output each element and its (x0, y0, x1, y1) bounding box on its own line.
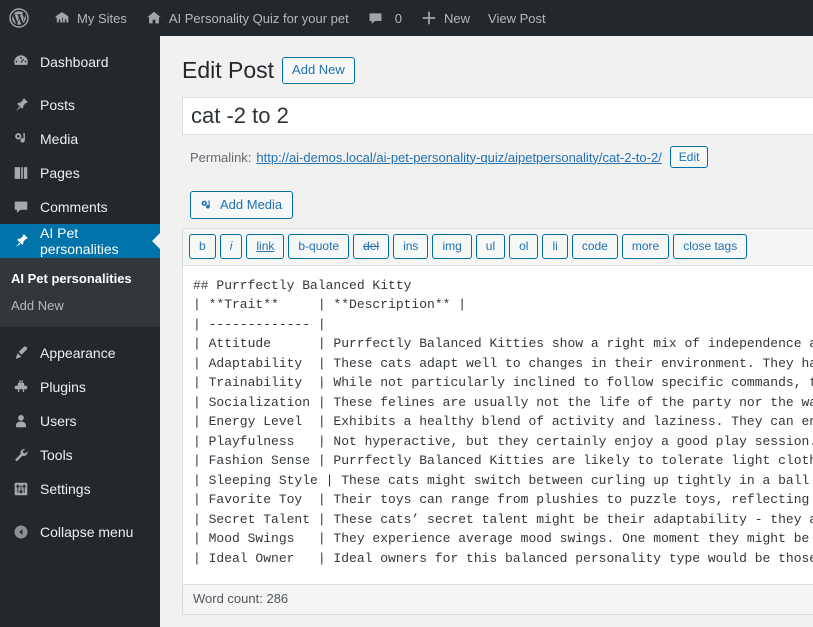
submenu-item-add-new[interactable]: Add New (0, 292, 160, 319)
appearance-brush-icon (11, 343, 31, 363)
quicktag-close-tags-button[interactable]: close tags (673, 234, 748, 259)
plugins-icon (11, 377, 31, 397)
post-editor: b i link b-quote del ins img ul ol li co… (182, 228, 813, 615)
sidebar-item-settings[interactable]: Settings (0, 472, 160, 506)
menu-spacer-2 (0, 327, 160, 336)
sidebar-item-appearance[interactable]: Appearance (0, 336, 160, 370)
edit-post-wrap: Edit Post Add New Permalink: http://ai-d… (160, 36, 813, 615)
add-media-label: Add Media (220, 197, 283, 212)
sidebar-item-plugins-label: Plugins (40, 379, 86, 395)
post-title-wrap (182, 97, 813, 135)
sidebar-collapse-menu-button[interactable]: Collapse menu (0, 515, 160, 549)
sidebar-collapse-menu-label: Collapse menu (40, 524, 134, 540)
admin-bar-new-label: New (444, 10, 471, 26)
page-title: Edit Post (182, 57, 275, 83)
add-new-post-button[interactable]: Add New (282, 57, 355, 84)
comment-bubble-icon (367, 10, 384, 27)
comments-icon (11, 197, 31, 217)
sidebar-item-pages[interactable]: Pages (0, 156, 160, 190)
quicktag-img-button[interactable]: img (432, 234, 472, 259)
wordpress-logo-icon (9, 8, 29, 28)
admin-bar-comments[interactable]: 0 (358, 0, 411, 36)
sidebar-item-users[interactable]: Users (0, 404, 160, 438)
sidebar-item-settings-label: Settings (40, 481, 91, 497)
admin-bar-view-post-label: View Post (488, 10, 546, 26)
sidebar-item-comments[interactable]: Comments (0, 190, 160, 224)
pages-icon (11, 163, 31, 183)
add-media-button[interactable]: Add Media (190, 191, 294, 220)
post-content-textarea[interactable]: ## Purrfectly Balanced Kitty | **Trait**… (183, 265, 813, 584)
sidebar-item-dashboard[interactable]: Dashboard (0, 45, 160, 79)
admin-bar-comment-count: 0 (394, 10, 402, 26)
admin-bar-new-content[interactable]: New (411, 0, 479, 36)
dashboard-icon (11, 52, 31, 72)
admin-bar-site-name[interactable]: AI Personality Quiz for your pet (136, 0, 358, 36)
menu-spacer-top (0, 36, 160, 45)
editor-status-bar: Word count: 286 (183, 583, 813, 614)
sidebar-item-dashboard-label: Dashboard (40, 54, 109, 70)
sidebar-item-pages-label: Pages (40, 165, 80, 181)
quicktag-link-button[interactable]: link (246, 234, 285, 259)
sidebar-item-users-label: Users (40, 413, 77, 429)
media-icon (11, 129, 31, 149)
quicktag-del-button[interactable]: del (353, 234, 390, 259)
submenu-item-ai-pet-personalities[interactable]: AI Pet personalities (0, 265, 160, 292)
my-sites-icon (53, 9, 71, 27)
posts-pin-icon (11, 95, 31, 115)
admin-bar-my-sites[interactable]: My Sites (44, 0, 136, 36)
site-home-icon (145, 9, 163, 27)
add-media-icon (199, 198, 214, 213)
menu-spacer-1 (0, 79, 160, 88)
sidebar-item-comments-label: Comments (40, 199, 108, 215)
sidebar-item-posts-label: Posts (40, 97, 76, 113)
page-header: Edit Post Add New (182, 56, 813, 85)
admin-bar-view-post[interactable]: View Post (479, 0, 555, 36)
quicktag-code-button[interactable]: code (571, 234, 618, 259)
sidebar-item-tools-label: Tools (40, 447, 73, 463)
permalink-row: Permalink: http://ai-demos.local/ai-pet-… (190, 145, 813, 169)
admin-bar-my-sites-label: My Sites (77, 10, 127, 26)
plus-icon (420, 9, 438, 27)
sidebar-item-ai-pet-personalities[interactable]: AI Pet personalities (0, 224, 160, 258)
edit-permalink-button[interactable]: Edit (669, 145, 709, 169)
sidebar-item-media[interactable]: Media (0, 122, 160, 156)
wordpress-logo-menu[interactable] (0, 0, 44, 36)
collapse-arrow-icon (11, 522, 31, 542)
sidebar-item-appearance-label: Appearance (40, 345, 116, 361)
quicktags-toolbar: b i link b-quote del ins img ul ol li co… (183, 229, 813, 266)
menu-spacer-3 (0, 506, 160, 515)
admin-sidebar-menu: Dashboard Posts Media Pages Comments AI … (0, 36, 160, 627)
settings-sliders-icon (11, 479, 31, 499)
post-title-input[interactable] (182, 97, 813, 135)
quicktag-ins-button[interactable]: ins (393, 234, 429, 259)
users-icon (11, 411, 31, 431)
permalink-url-link[interactable]: http://ai-demos.local/ai-pet-personality… (256, 150, 661, 165)
sidebar-item-posts[interactable]: Posts (0, 88, 160, 122)
sidebar-item-plugins[interactable]: Plugins (0, 370, 160, 404)
quicktag-b-quote-button[interactable]: b-quote (288, 234, 350, 259)
quicktag-li-button[interactable]: li (542, 234, 568, 259)
admin-bar-site-name-label: AI Personality Quiz for your pet (168, 10, 349, 26)
tools-wrench-icon (11, 445, 31, 465)
word-count-label: Word count: 286 (193, 590, 289, 606)
quicktag-ol-button[interactable]: ol (509, 234, 539, 259)
main-content-area: Edit Post Add New Permalink: http://ai-d… (160, 36, 813, 627)
posts-pin-icon (11, 231, 31, 251)
sidebar-item-media-label: Media (40, 131, 79, 147)
sidebar-item-ai-pet-personalities-label: AI Pet personalities (40, 225, 119, 257)
media-buttons-row: Add Media (190, 191, 813, 220)
sidebar-item-tools[interactable]: Tools (0, 438, 160, 472)
admin-bar: My Sites AI Personality Quiz for your pe… (0, 0, 813, 36)
quicktag-ul-button[interactable]: ul (475, 234, 506, 259)
quicktag-b-button[interactable]: b (189, 234, 216, 259)
sidebar-submenu-ai-pet-personalities: AI Pet personalities Add New (0, 258, 160, 327)
quicktag-more-button[interactable]: more (621, 234, 670, 259)
quicktag-i-button[interactable]: i (219, 234, 243, 259)
permalink-label: Permalink: (190, 149, 252, 165)
